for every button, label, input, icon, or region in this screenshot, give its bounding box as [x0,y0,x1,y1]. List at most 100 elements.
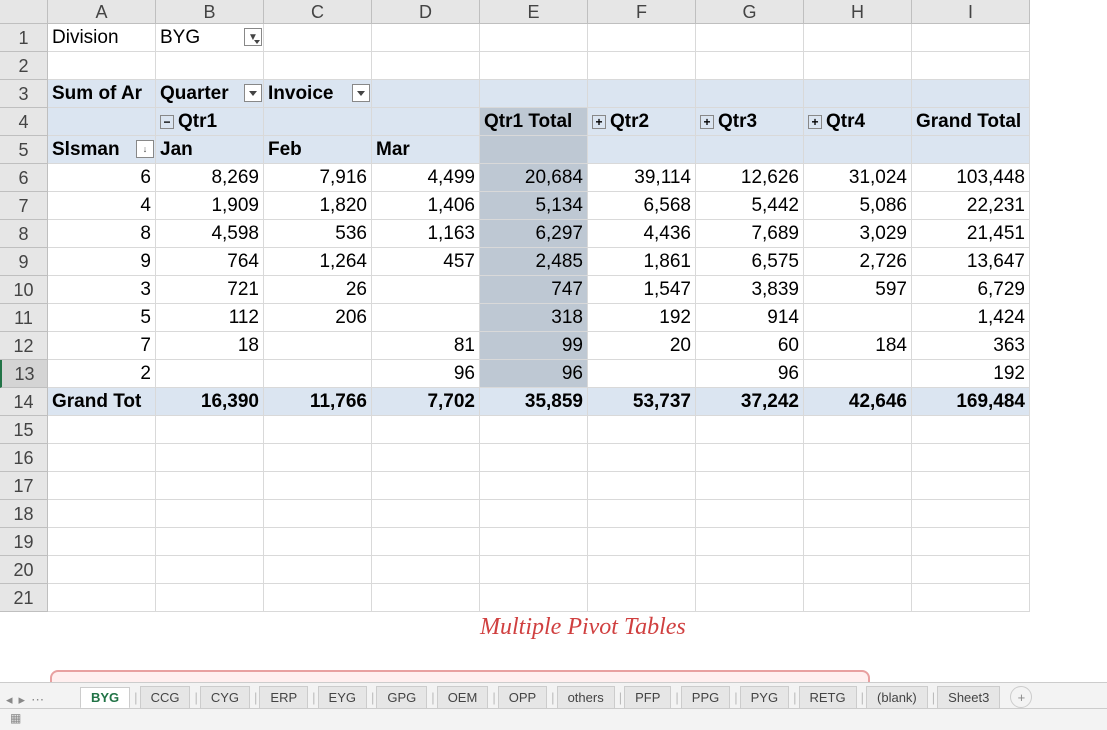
mar-value: 96 [372,360,480,388]
qtr2-header[interactable]: +Qtr2 [588,108,696,136]
select-all-corner[interactable] [0,0,48,24]
empty-cell [156,556,264,584]
row-header-16[interactable]: 16 [0,444,48,472]
q2-value [588,360,696,388]
row-header-6[interactable]: 6 [0,164,48,192]
gt-q4: 42,646 [804,388,912,416]
sheet-tab-OEM[interactable]: OEM [437,686,489,708]
slsman-sort-icon[interactable]: ↓ [136,140,154,158]
feb-value: 26 [264,276,372,304]
empty-cell [588,500,696,528]
row-header-13[interactable]: 13 [0,360,48,388]
row-header-8[interactable]: 8 [0,220,48,248]
pivot-blank [48,108,156,136]
row-header-15[interactable]: 15 [0,416,48,444]
sheet-tab-GPG[interactable]: GPG [376,686,427,708]
col-header-B[interactable]: B [156,0,264,24]
sheet-tab-bar: ◂ ▸ ⋯ BYG|CCG|CYG|ERP|EYG|GPG|OEM|OPP|ot… [0,682,1107,708]
row-header-18[interactable]: 18 [0,500,48,528]
empty-cell [588,472,696,500]
expand-qtr2-icon[interactable]: + [592,115,606,129]
sheet-tab-PPG[interactable]: PPG [681,686,730,708]
expand-qtr3-icon[interactable]: + [700,115,714,129]
sheet-tab-RETG[interactable]: RETG [799,686,857,708]
row-header-11[interactable]: 11 [0,304,48,332]
q4-value: 5,086 [804,192,912,220]
pivot-header-blank [912,80,1030,108]
nav-first-icon[interactable]: ◂ [6,692,13,708]
feb-value: 1,820 [264,192,372,220]
empty-cell [588,24,696,52]
pivot-blank [912,136,1030,164]
sheet-tab-PYG[interactable]: PYG [740,686,789,708]
filter-field-label: Division [48,24,156,52]
row-header-20[interactable]: 20 [0,556,48,584]
qtr4-header[interactable]: +Qtr4 [804,108,912,136]
sheet-tab-others[interactable]: others [557,686,615,708]
col-header-D[interactable]: D [372,0,480,24]
filter-value-cell[interactable]: BYG▼ [156,24,264,52]
row-header-3[interactable]: 3 [0,80,48,108]
sheet-nav[interactable]: ◂ ▸ ⋯ [0,692,80,708]
empty-cell [804,556,912,584]
slsman-value: 6 [48,164,156,192]
col-header-I[interactable]: I [912,0,1030,24]
gt-q2: 53,737 [588,388,696,416]
grandtotal-value: 6,729 [912,276,1030,304]
col-header-E[interactable]: E [480,0,588,24]
sheet-tab-PFP[interactable]: PFP [624,686,671,708]
empty-cell [264,52,372,80]
empty-cell [804,500,912,528]
empty-cell [264,584,372,612]
status-indicator-icon: ▦ [10,711,21,725]
gt-q3: 37,242 [696,388,804,416]
row-header-14[interactable]: 14 [0,388,48,416]
quarter-dropdown-icon[interactable] [244,84,262,102]
row-header-21[interactable]: 21 [0,584,48,612]
qtr3-header[interactable]: +Qtr3 [696,108,804,136]
invoice-dropdown-icon[interactable] [352,84,370,102]
sheet-tab-OPP[interactable]: OPP [498,686,547,708]
sheet-tab-ERP[interactable]: ERP [259,686,308,708]
q2-value: 6,568 [588,192,696,220]
collapse-qtr1-icon[interactable]: − [160,115,174,129]
sheet-tab-Sheet3[interactable]: Sheet3 [937,686,1000,708]
sheet-tab-(blank)[interactable]: (blank) [866,686,928,708]
jan-value: 764 [156,248,264,276]
col-header-F[interactable]: F [588,0,696,24]
nav-more-icon[interactable]: ⋯ [31,692,44,708]
empty-cell [912,528,1030,556]
sheet-tab-BYG[interactable]: BYG [80,687,130,709]
pivot-invoice-header[interactable]: Invoice [264,80,372,108]
nav-prev-icon[interactable]: ▸ [19,692,26,708]
col-header-A[interactable]: A [48,0,156,24]
sheet-tab-CYG[interactable]: CYG [200,686,250,708]
mar-value: 4,499 [372,164,480,192]
row-header-7[interactable]: 7 [0,192,48,220]
col-header-C[interactable]: C [264,0,372,24]
row-header-1[interactable]: 1 [0,24,48,52]
row-header-12[interactable]: 12 [0,332,48,360]
col-header-G[interactable]: G [696,0,804,24]
row-header-10[interactable]: 10 [0,276,48,304]
qtr1-header[interactable]: −Qtr1 [156,108,264,136]
pivot-quarter-header[interactable]: Quarter [156,80,264,108]
empty-cell [264,472,372,500]
empty-cell [696,528,804,556]
row-header-17[interactable]: 17 [0,472,48,500]
new-sheet-button[interactable]: + [1010,686,1032,708]
sheet-tab-EYG[interactable]: EYG [318,686,367,708]
col-header-H[interactable]: H [804,0,912,24]
empty-cell [48,528,156,556]
sheet-tab-CCG[interactable]: CCG [140,686,191,708]
jan-value: 18 [156,332,264,360]
row-header-19[interactable]: 19 [0,528,48,556]
row-header-5[interactable]: 5 [0,136,48,164]
expand-qtr4-icon[interactable]: + [808,115,822,129]
feb-value: 536 [264,220,372,248]
filter-dropdown-icon[interactable]: ▼ [244,28,262,46]
slsman-header[interactable]: Slsman↓ [48,136,156,164]
row-header-4[interactable]: 4 [0,108,48,136]
row-header-9[interactable]: 9 [0,248,48,276]
row-header-2[interactable]: 2 [0,52,48,80]
